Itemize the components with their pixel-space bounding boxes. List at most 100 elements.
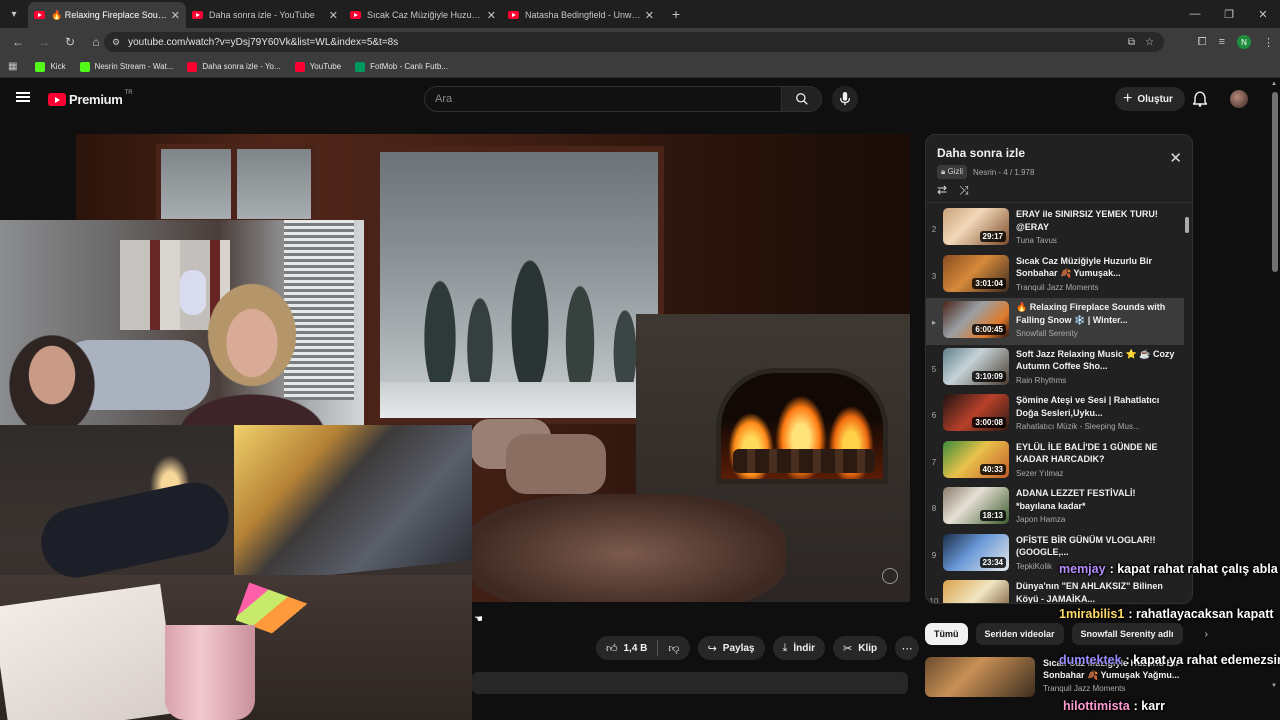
recommended-title[interactable]: Sıcak Caz Müziğiyle Huzurlu Bir Sonbahar… [1043, 657, 1183, 681]
create-button[interactable]: + Oluştur [1115, 87, 1185, 111]
recommended-thumbnail[interactable] [925, 657, 1035, 697]
page-scrollbar[interactable] [1272, 92, 1278, 272]
playlist-item[interactable]: 9 23:34 OFİSTE BİR GÜNÜM VLOGLAR!! (GOOGLE… [926, 531, 1184, 578]
loop-icon[interactable]: ⇄ [937, 183, 947, 198]
media-controls-icon[interactable]: ≡ [1219, 36, 1225, 48]
bookmark-kick[interactable]: Kick [35, 61, 66, 72]
bookmark-youtube[interactable]: YouTube [294, 61, 341, 72]
scroll-up-arrow-icon[interactable]: ▲ [1271, 81, 1277, 87]
playlist-item[interactable]: ▸ 6:00:45 🔥 Relaxing Fireplace Sounds with… [926, 298, 1184, 345]
forward-arrow-icon[interactable]: → [32, 30, 56, 54]
recommended-video[interactable]: Sıcak Caz Müziğiyle Huzurlu Bir Sonbahar… [925, 657, 1183, 697]
playlist-item-thumbnail[interactable]: 40:33 [943, 440, 1009, 478]
description-box[interactable] [472, 672, 908, 694]
playlist-item-channel[interactable]: Japon Hamza [1016, 515, 1176, 524]
playlist-item[interactable]: 6 3:00:08 Şömine Ateşi ve Sesi | Rahatlatı… [926, 391, 1184, 438]
bookmark-watch-later[interactable]: Daha sonra izle - Yo... [187, 61, 281, 72]
playlist-item-title[interactable]: EYLÜL İLE BALİ'DE 1 GÜNDE NE KADAR HARCA… [1016, 441, 1176, 466]
address-bar[interactable]: ⚙ youtube.com/watch?v=yDsj79Y60Vk&list=W… [104, 32, 1164, 52]
playlist-item-title[interactable]: ERAY ile SINIRSIZ YEMEK TURU! @ERAY [1016, 208, 1176, 233]
site-info-icon[interactable]: ⚙ [112, 37, 120, 48]
playlist-item-channel[interactable]: TepkiKolik [1016, 562, 1176, 571]
playlist-item[interactable]: 5 3:10:09 Soft Jazz Relaxing Music ⭐ ☕ Coz… [926, 345, 1184, 392]
tab-search-icon[interactable]: ▾ [0, 0, 28, 28]
playlist-item[interactable]: 2 29:17 ERAY ile SINIRSIZ YEMEK TURU! @ERA… [926, 205, 1184, 252]
playlist-item-thumbnail[interactable] [943, 580, 1009, 603]
bookmark-nesrin-stream[interactable]: Nesrin Stream - Wat... [79, 61, 173, 72]
playlist-item[interactable]: 7 40:33 EYLÜL İLE BALİ'DE 1 GÜNDE NE KADAR… [926, 438, 1184, 485]
chip-all[interactable]: Tümü [925, 623, 968, 645]
playlist-item-title[interactable]: Şömine Ateşi ve Sesi | Rahatlatıcı Doğa … [1016, 394, 1176, 419]
profile-avatar[interactable]: N [1237, 35, 1251, 49]
playlist-item-thumbnail[interactable]: 29:17 [943, 208, 1009, 245]
apps-grid-icon[interactable]: ▦ [8, 61, 17, 72]
playlist-item-thumbnail[interactable]: 23:34 [943, 533, 1009, 571]
webcam-arm [34, 476, 236, 584]
menu-icon[interactable] [16, 92, 30, 102]
restore-icon[interactable]: ❐ [1212, 0, 1246, 28]
more-menu-icon[interactable]: ⋮ [1263, 36, 1274, 49]
playlist-item-channel[interactable]: Tranquil Jazz Moments [1016, 283, 1176, 292]
playlist-item[interactable]: 8 18:13 ADANA LEZZET FESTİVALİ! *bayılana … [926, 484, 1184, 531]
playlist-item-channel[interactable]: Sezer Yılmaz [1016, 469, 1176, 478]
new-tab-button[interactable]: + [664, 6, 688, 22]
playlist-item-thumbnail[interactable]: 3:01:04 [943, 254, 1009, 292]
minimize-icon[interactable]: — [1178, 0, 1212, 28]
playlist-item[interactable]: 10 Dünya'nın "EN AHLAKSIZ" Bilinen Köyü -… [926, 577, 1184, 603]
notifications-bell-icon[interactable] [1193, 91, 1207, 107]
playlist-item-thumbnail[interactable]: 3:10:09 [943, 347, 1009, 385]
tab-natasha[interactable]: Natasha Bedingfield - Unwritte ✕ [502, 2, 660, 28]
duration-badge: 40:33 [979, 463, 1006, 475]
chip-series[interactable]: Seriden videolar [975, 623, 1064, 645]
reload-icon[interactable]: ↻ [58, 30, 82, 54]
youtube-premium-logo[interactable]: Premium TR [48, 90, 133, 107]
playlist-item-title[interactable]: 🔥 Relaxing Fireplace Sounds with Falling… [1016, 301, 1176, 326]
back-arrow-icon[interactable]: ← [6, 30, 30, 54]
playlist-item-channel[interactable]: Snowfall Serenity [1016, 329, 1176, 338]
playlist-item-title[interactable]: Sıcak Caz Müziğiyle Huzurlu Bir Sonbahar… [1016, 255, 1176, 280]
playlist-item-channel[interactable]: Tuna Tavus [1016, 236, 1176, 245]
chevron-right-icon[interactable]: › [1205, 629, 1208, 640]
like-button[interactable]: 👍︎ 1,4 B [596, 636, 657, 660]
playlist-item-title[interactable]: ADANA LEZZET FESTİVALİ! *bayılana kadar* [1016, 487, 1176, 512]
playlist-item-title[interactable]: Dünya'nın "EN AHLAKSIZ" Bilinen Köyü - J… [1016, 580, 1176, 603]
download-button[interactable]: ⤓ İndir [772, 636, 826, 660]
voice-search-button[interactable] [832, 86, 858, 112]
playlist-item-thumbnail[interactable]: 6:00:45 [943, 301, 1009, 338]
close-window-icon[interactable]: ✕ [1246, 0, 1280, 28]
scroll-down-arrow-icon[interactable]: ▼ [1271, 683, 1277, 689]
close-icon[interactable]: ✕ [1169, 149, 1182, 167]
playlist-title[interactable]: Daha sonra izle [937, 146, 1025, 160]
tab-sicak-caz[interactable]: Sıcak Caz Müziğiyle Huzurlu Bi ✕ [344, 2, 502, 28]
shuffle-icon[interactable]: ⤨ [959, 183, 969, 198]
channel-watermark-icon[interactable] [882, 568, 898, 584]
extensions-icon[interactable]: ⧠ [1198, 36, 1207, 49]
search-button[interactable] [782, 86, 822, 112]
search-input[interactable] [424, 86, 782, 112]
close-tab-icon[interactable]: ✕ [329, 9, 338, 22]
close-tab-icon[interactable]: ✕ [171, 9, 180, 22]
playlist-scrollbar[interactable] [1185, 217, 1189, 233]
dislike-button[interactable]: 👎︎ [658, 636, 689, 660]
playlist-item-channel[interactable]: Rain Rhythms [1016, 376, 1176, 385]
webcam-person [0, 315, 115, 425]
share-button[interactable]: ↪ Paylaş [697, 636, 765, 660]
more-actions-icon[interactable]: ⋯ [895, 636, 920, 660]
bookmark-star-icon[interactable]: ☆ [1145, 37, 1154, 48]
chip-channel[interactable]: Snowfall Serenity adlı [1071, 623, 1183, 645]
playlist-item[interactable]: 3 3:01:04 Sıcak Caz Müziğiyle Huzurlu Bir … [926, 252, 1184, 299]
cast-icon[interactable]: ⧉ [1128, 37, 1135, 48]
playlist-item-title[interactable]: Soft Jazz Relaxing Music ⭐ ☕ Cozy Autumn… [1016, 348, 1176, 373]
account-avatar[interactable] [1230, 90, 1248, 108]
playlist-item-thumbnail[interactable]: 3:00:08 [943, 394, 1009, 431]
clip-button[interactable]: ✂ Klip [833, 636, 888, 660]
tab-relaxing-fireplace[interactable]: 🔥 Relaxing Fireplace Sounds w ✕ [28, 2, 186, 28]
recommended-channel[interactable]: Tranquil Jazz Moments [1043, 684, 1183, 693]
tab-watch-later[interactable]: Daha sonra izle - YouTube ✕ [186, 2, 344, 28]
playlist-item-channel[interactable]: Rahatlatıcı Müzik - Sleeping Mus... [1016, 422, 1176, 431]
playlist-item-thumbnail[interactable]: 18:13 [943, 487, 1009, 524]
close-tab-icon[interactable]: ✕ [487, 9, 496, 22]
close-tab-icon[interactable]: ✕ [645, 9, 654, 22]
playlist-item-title[interactable]: OFİSTE BİR GÜNÜM VLOGLAR!! (GOOGLE,... [1016, 534, 1176, 559]
bookmark-fotmob[interactable]: FotMob - Canlı Futb... [355, 61, 448, 72]
